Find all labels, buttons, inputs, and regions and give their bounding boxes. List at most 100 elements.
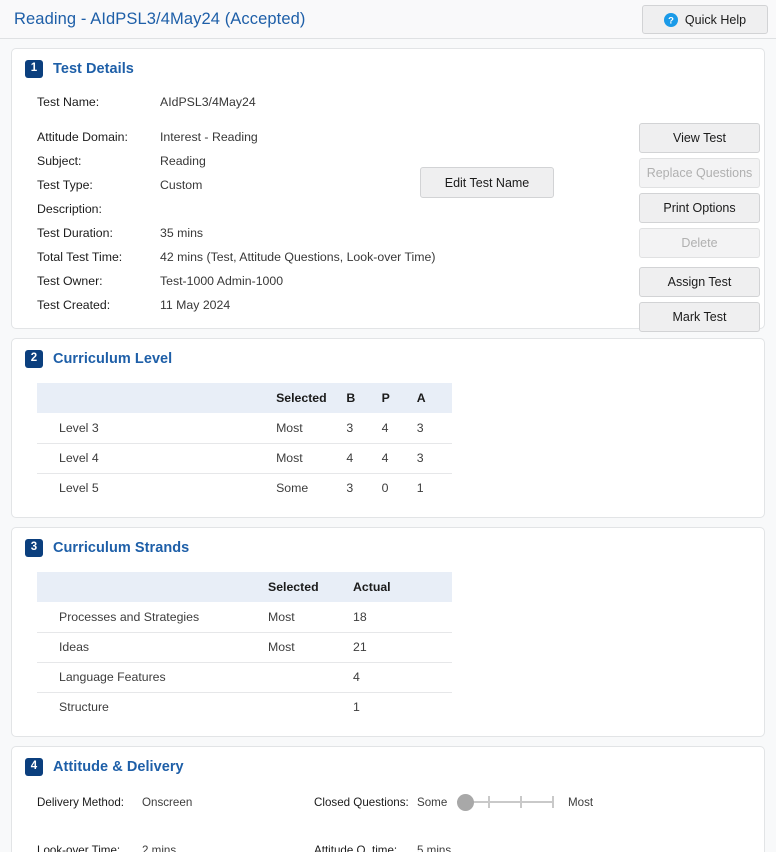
cell-selected: Most bbox=[276, 443, 347, 474]
field-row-closed-questions: Closed Questions: Some Most bbox=[314, 792, 593, 812]
slider-tick bbox=[488, 796, 490, 808]
curriculum-strands-header: 3 Curriculum Strands bbox=[12, 528, 764, 557]
field-row-delivery-method: Delivery Method: Onscreen bbox=[37, 792, 192, 812]
cell-selected: Most bbox=[268, 602, 353, 633]
section-title: Curriculum Strands bbox=[53, 540, 190, 556]
detail-label: Test Name: bbox=[37, 95, 100, 109]
cell-a: 1 bbox=[416, 481, 424, 496]
cell-level-name: Level 5 bbox=[59, 481, 99, 496]
attitude-delivery-left-column: Delivery Method: Onscreen Look-over Time… bbox=[37, 792, 192, 852]
table-row: Structure 1 bbox=[37, 692, 452, 722]
curriculum-strands-card: 3 Curriculum Strands Selected Actual Pro… bbox=[11, 527, 765, 737]
cell-strand-name: Structure bbox=[59, 700, 109, 715]
slider-thumb[interactable] bbox=[457, 794, 474, 811]
table-header-row: Selected Actual bbox=[37, 572, 452, 602]
cell-selected: Most bbox=[268, 632, 353, 663]
section-title: Test Details bbox=[53, 61, 134, 77]
quick-help-button[interactable]: ? Quick Help bbox=[642, 5, 768, 34]
table-header-row: Selected B P A bbox=[37, 383, 452, 413]
closed-questions-max-label: Most bbox=[568, 795, 594, 809]
test-details-field-list: Test Name: AIdPSL3/4May24 Attitude Domai… bbox=[37, 95, 437, 322]
closed-questions-slider[interactable] bbox=[457, 793, 554, 811]
column-header-actual: Actual bbox=[353, 572, 452, 602]
cell-b: 3 bbox=[346, 481, 354, 496]
curriculum-level-card: 2 Curriculum Level Selected B P A Level … bbox=[11, 338, 765, 518]
attitude-delivery-body: Delivery Method: Onscreen Look-over Time… bbox=[12, 776, 764, 852]
test-details-card: 1 Test Details Test Name: AIdPSL3/4May24… bbox=[11, 48, 765, 332]
detail-label: Attitude Domain: bbox=[37, 130, 128, 144]
cell-actual: 21 bbox=[353, 632, 452, 663]
detail-row-subject: Subject: Reading bbox=[37, 154, 437, 178]
column-header-a: A bbox=[416, 383, 452, 413]
column-header-selected: Selected bbox=[276, 383, 347, 413]
curriculum-strands-table: Selected Actual Processes and Strategies… bbox=[37, 572, 452, 722]
detail-value: Reading bbox=[160, 154, 206, 168]
cell-p: 4 bbox=[381, 443, 417, 474]
detail-label: Description: bbox=[37, 202, 102, 216]
detail-label: Subject: bbox=[37, 154, 82, 168]
detail-row-test-duration: Test Duration: 35 mins bbox=[37, 226, 437, 250]
detail-value: Custom bbox=[160, 178, 203, 192]
column-header-name bbox=[37, 383, 277, 413]
lookover-time-value: 2 mins bbox=[142, 843, 177, 852]
cell-actual: 18 bbox=[353, 602, 452, 633]
detail-value: 35 mins bbox=[160, 226, 204, 240]
section-title: Attitude & Delivery bbox=[53, 759, 184, 775]
cell-selected: Some bbox=[276, 481, 309, 496]
detail-value: Interest - Reading bbox=[160, 130, 258, 144]
mark-test-button[interactable]: Mark Test bbox=[639, 302, 760, 332]
detail-row-test-created: Test Created: 11 May 2024 bbox=[37, 298, 437, 322]
column-header-b: B bbox=[346, 383, 382, 413]
detail-value: 11 May 2024 bbox=[160, 298, 231, 312]
column-header-name bbox=[37, 572, 268, 602]
detail-label: Test Created: bbox=[37, 298, 111, 312]
cell-b: 3 bbox=[346, 413, 382, 444]
detail-value: 42 mins (Test, Attitude Questions, Look-… bbox=[160, 250, 436, 264]
detail-label: Test Type: bbox=[37, 178, 93, 192]
table-row: Language Features 4 bbox=[37, 662, 452, 693]
detail-row-test-owner: Test Owner: Test-1000 Admin-1000 bbox=[37, 274, 437, 298]
svg-text:?: ? bbox=[668, 15, 674, 26]
cell-strand-name: Ideas bbox=[37, 632, 268, 663]
test-details-body: Test Name: AIdPSL3/4May24 Attitude Domai… bbox=[12, 78, 764, 332]
print-options-button[interactable]: Print Options bbox=[639, 193, 760, 223]
cell-selected bbox=[268, 662, 353, 693]
assign-test-button[interactable]: Assign Test bbox=[639, 267, 760, 297]
cell-actual: 4 bbox=[353, 662, 452, 693]
section-number-badge: 1 bbox=[25, 60, 43, 78]
cell-b: 4 bbox=[346, 443, 382, 474]
page-root: Reading - AIdPSL3/4May24 (Accepted) ? Qu… bbox=[0, 0, 776, 852]
section-number-badge: 3 bbox=[25, 539, 43, 557]
table-row: Ideas Most 21 bbox=[37, 632, 452, 663]
view-test-button[interactable]: View Test bbox=[639, 123, 760, 153]
page-header: Reading - AIdPSL3/4May24 (Accepted) ? Qu… bbox=[0, 0, 776, 39]
curriculum-level-table-wrap: Selected B P A Level 3 Most 3 4 3 Level … bbox=[12, 368, 764, 517]
detail-row-description: Description: bbox=[37, 202, 437, 226]
cell-strand-name: Language Features bbox=[37, 662, 268, 693]
column-header-p: P bbox=[381, 383, 417, 413]
field-row-attitude-time: Attitude Q. time: 5 mins bbox=[314, 840, 593, 852]
table-row: Level 3 Most 3 4 3 bbox=[37, 413, 452, 444]
cell-a: 3 bbox=[416, 413, 452, 444]
field-row-lookover-time: Look-over Time: 2 mins bbox=[37, 840, 192, 852]
lookover-time-label: Look-over Time: bbox=[37, 843, 121, 852]
quick-help-label: Quick Help bbox=[684, 12, 747, 27]
closed-questions-label: Closed Questions: bbox=[314, 795, 409, 809]
table-row: Level 5 Some 3 0 1 bbox=[37, 473, 452, 503]
table-row: Level 4 Most 4 4 3 bbox=[37, 443, 452, 474]
slider-tick bbox=[552, 796, 554, 808]
detail-label: Test Owner: bbox=[37, 274, 103, 288]
delete-button: Delete bbox=[639, 228, 760, 258]
section-number-badge: 4 bbox=[25, 758, 43, 776]
edit-test-name-button[interactable]: Edit Test Name bbox=[420, 167, 554, 198]
cell-selected bbox=[268, 692, 353, 722]
slider-tick bbox=[520, 796, 522, 808]
section-title: Curriculum Level bbox=[53, 351, 173, 367]
detail-label: Total Test Time: bbox=[37, 250, 123, 264]
detail-value: AIdPSL3/4May24 bbox=[160, 95, 256, 109]
delivery-method-value: Onscreen bbox=[142, 795, 193, 809]
test-action-button-group: View Test Replace Questions Print Option… bbox=[639, 123, 760, 337]
attitude-delivery-right-column: Closed Questions: Some Most Attitude Q. … bbox=[314, 792, 593, 852]
replace-questions-button: Replace Questions bbox=[639, 158, 760, 188]
detail-row-total-test-time: Total Test Time: 42 mins (Test, Attitude… bbox=[37, 250, 437, 274]
